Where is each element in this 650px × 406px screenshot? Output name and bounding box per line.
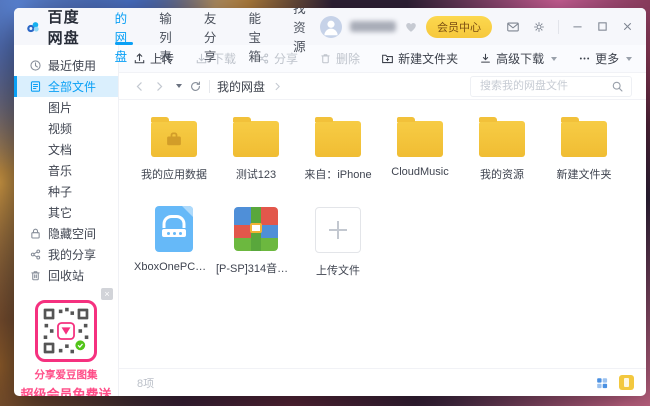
briefcase-overlay-icon [151, 121, 197, 157]
folder-app-data[interactable]: 我的应用数据 [133, 116, 215, 192]
tab-transfer-list[interactable]: 传输列表 [146, 8, 191, 45]
more-dots-icon [578, 52, 591, 65]
settings-gear-icon[interactable] [532, 20, 546, 34]
chevron-down-icon [626, 57, 632, 61]
system-buttons [506, 20, 634, 34]
new-folder-icon [381, 52, 394, 65]
delete-icon [319, 52, 332, 65]
clock-icon [29, 59, 42, 72]
folder-icon [151, 121, 197, 157]
username-blurred[interactable] [350, 21, 396, 32]
sidebar-item-recycle-bin[interactable]: 回收站 [14, 265, 118, 286]
app-logo: 百度网盘 [26, 8, 84, 48]
items-count: 8项 [137, 375, 154, 391]
file-icon [29, 80, 42, 93]
refresh-icon[interactable] [189, 80, 202, 93]
chevron-down-icon [551, 57, 557, 61]
trash-icon [29, 269, 42, 282]
lock-icon [29, 227, 42, 240]
sidebar-nav: 最近使用 全部文件 图片 视频 文档 音乐 种子 其它 [14, 45, 118, 286]
new-folder-button[interactable]: 新建文件夹 [381, 50, 458, 67]
promo-line2: 超级会员免费送 [14, 384, 118, 396]
sidebar-item-hidden-space[interactable]: 隐藏空间 [14, 223, 118, 244]
toolbar: 上传 下载 分享 [119, 45, 646, 73]
folder-icon [233, 121, 279, 157]
breadcrumb-expander-icon[interactable] [272, 81, 283, 92]
user-area: 会员中心 [320, 16, 634, 38]
folder-icon [561, 121, 607, 157]
folder-icon [479, 121, 525, 157]
sidebar-item-videos[interactable]: 视频 [14, 118, 118, 139]
folder-test123[interactable]: 测试123 [215, 116, 297, 192]
folder-icon [315, 121, 361, 157]
sidebar-item-all-files[interactable]: 全部文件 [14, 76, 118, 97]
more-button[interactable]: 更多 [578, 50, 632, 67]
vip-heart-icon[interactable] [404, 20, 418, 34]
upload-file-tile[interactable]: 上传文件 [297, 208, 379, 284]
sidebar: 最近使用 全部文件 图片 视频 文档 音乐 种子 其它 [14, 45, 119, 396]
tab-find-resources[interactable]: 找资源 [280, 8, 320, 45]
folder-icon [397, 121, 443, 157]
sidebar-item-torrents[interactable]: 种子 [14, 181, 118, 202]
sidebar-item-recent[interactable]: 最近使用 [14, 55, 118, 76]
archive-file-icon [234, 207, 278, 251]
titlebar-divider [558, 20, 559, 34]
main-tabs: 我的网盘 传输列表 好友分享 功能宝箱 找资源 [102, 8, 320, 45]
plus-icon [315, 207, 361, 253]
folder-from-iphone[interactable]: 来自：iPhone [297, 116, 379, 192]
search-box [470, 76, 632, 97]
file-grid: 我的应用数据 测试123 来自：iPhone CloudMusic 我的资源 [119, 100, 646, 368]
promo-badge-icon[interactable] [619, 375, 634, 390]
tab-toolbox[interactable]: 功能宝箱 [235, 8, 280, 45]
driver-file-icon [155, 206, 193, 252]
promo-banner: × [14, 286, 118, 396]
app-name: 百度网盘 [48, 8, 84, 48]
tab-my-drive[interactable]: 我的网盘 [102, 8, 147, 45]
main-panel: 上传 下载 分享 [119, 45, 646, 396]
app-window: 百度网盘 我的网盘 传输列表 好友分享 功能宝箱 找资源 会员中心 [14, 8, 646, 396]
member-center-button[interactable]: 会员中心 [426, 16, 492, 38]
status-bar: 8项 [119, 368, 646, 396]
forward-icon[interactable] [153, 80, 166, 93]
sidebar-item-my-shares[interactable]: 我的分享 [14, 244, 118, 265]
back-icon[interactable] [133, 80, 146, 93]
history-dropdown-icon[interactable] [176, 84, 182, 88]
folder-new-folder[interactable]: 新建文件夹 [543, 116, 625, 192]
sidebar-item-pictures[interactable]: 图片 [14, 97, 118, 118]
tab-friend-share[interactable]: 好友分享 [191, 8, 236, 45]
promo-line1: 分享爱豆图集 [14, 367, 118, 382]
avatar[interactable] [320, 16, 342, 38]
breadcrumb-current[interactable]: 我的网盘 [217, 78, 265, 95]
grid-view-icon[interactable] [595, 376, 609, 390]
folder-my-resources[interactable]: 我的资源 [461, 116, 543, 192]
delete-button[interactable]: 删除 [319, 50, 360, 67]
message-icon[interactable] [506, 20, 520, 34]
share-icon [29, 248, 42, 261]
breadcrumb-divider [209, 80, 210, 93]
search-input[interactable] [478, 79, 605, 93]
close-button[interactable] [621, 20, 634, 33]
search-icon[interactable] [611, 80, 624, 93]
advanced-download-icon [479, 52, 492, 65]
breadcrumb-bar: 我的网盘 [119, 73, 646, 100]
upload-icon [133, 52, 146, 65]
file-archive[interactable]: [P-SP]314音声版... [215, 208, 297, 284]
file-xbox-driver[interactable]: XboxOnePCDriv... [133, 208, 215, 284]
title-bar: 百度网盘 我的网盘 传输列表 好友分享 功能宝箱 找资源 会员中心 [14, 8, 646, 45]
sidebar-item-documents[interactable]: 文档 [14, 139, 118, 160]
promo-close-icon[interactable]: × [101, 288, 113, 300]
qr-code[interactable] [35, 300, 97, 362]
baidu-netdisk-logo-icon [26, 16, 41, 38]
folder-cloudmusic[interactable]: CloudMusic [379, 116, 461, 192]
advanced-download-button[interactable]: 高级下载 [479, 50, 557, 67]
sidebar-item-others[interactable]: 其它 [14, 202, 118, 223]
minimize-button[interactable] [571, 20, 584, 33]
sidebar-item-music[interactable]: 音乐 [14, 160, 118, 181]
maximize-button[interactable] [596, 20, 609, 33]
